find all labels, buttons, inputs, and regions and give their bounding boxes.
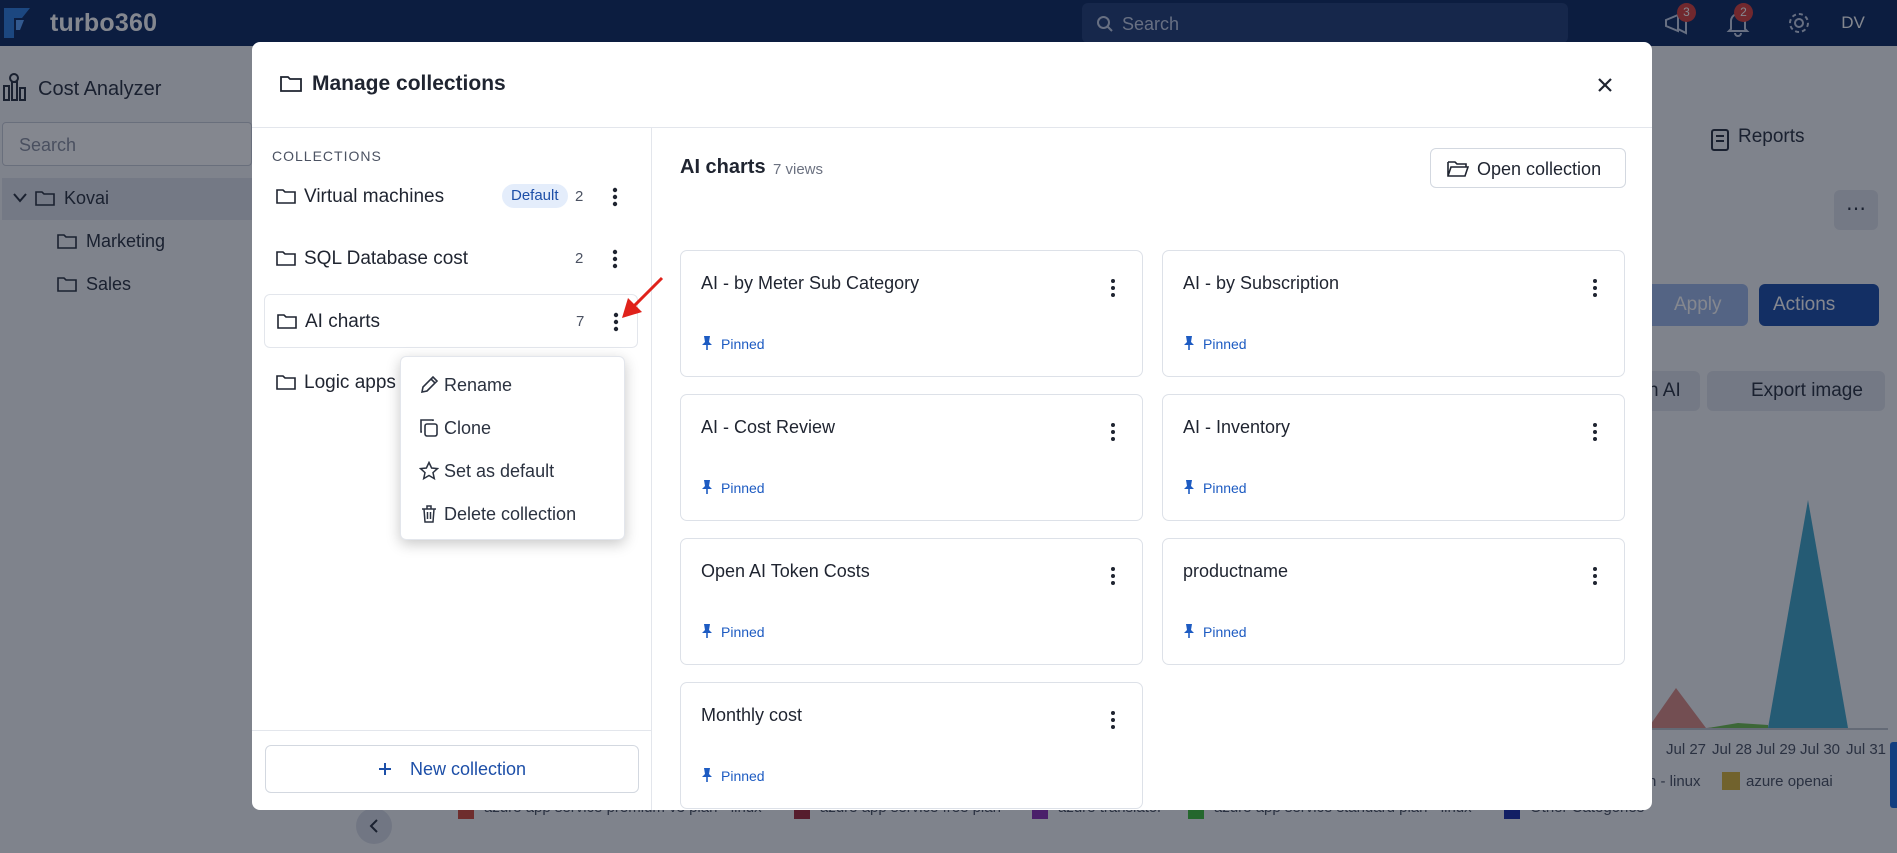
collection-count: 7 [576,313,585,330]
collection-context-menu: Rename Clone Set as default Delete colle… [400,356,625,540]
kebab-menu-icon[interactable] [603,245,627,273]
kebab-menu-icon[interactable] [1584,563,1606,589]
new-collection-button[interactable]: New collection [265,745,639,793]
kebab-menu-icon[interactable] [1102,707,1124,733]
pin-icon [1184,624,1194,638]
views-count: 7 views [773,161,824,178]
default-badge: Default [502,184,568,208]
pinned-status: Pinned [721,624,765,640]
pinned-status: Pinned [721,480,765,496]
star-icon [419,461,439,481]
collection-count: 2 [575,250,584,267]
view-title: AI - Cost Review [701,417,836,437]
selected-collection-title: AI charts [680,156,766,178]
dialog-title: Manage collections [312,72,506,95]
collection-item-sql-database-cost[interactable]: SQL Database cost 2 [264,232,638,286]
menu-item-label: Delete collection [444,504,577,524]
folder-icon [280,76,302,92]
pinned-status: Pinned [721,336,765,352]
collection-views-pane: AI charts 7 views Open collection AI - b… [652,128,1652,810]
view-card[interactable]: AI - by Subscription Pinned [1162,250,1625,377]
collection-item-ai-charts[interactable]: AI charts 7 [264,294,638,348]
menu-item-clone[interactable]: Clone [401,408,626,448]
annotation-arrow-icon [622,276,664,318]
view-card[interactable]: Open AI Token Costs Pinned [680,538,1143,665]
kebab-menu-icon[interactable] [1102,563,1124,589]
view-title: productname [1183,561,1289,581]
open-collection-label: Open collection [1477,159,1602,179]
close-icon[interactable] [1590,70,1620,100]
folder-icon [277,314,297,329]
kebab-menu-icon[interactable] [1584,419,1606,445]
view-title: AI - by Subscription [1183,273,1340,293]
menu-item-label: Set as default [444,461,555,481]
kebab-menu-icon[interactable] [1102,275,1124,301]
pin-icon [702,624,712,638]
menu-item-rename[interactable]: Rename [401,365,626,405]
pin-icon [1184,480,1194,494]
dialog-header: Manage collections [252,42,1652,128]
view-card[interactable]: Monthly cost Pinned [680,682,1143,809]
view-card[interactable]: AI - Inventory Pinned [1162,394,1625,521]
collection-name: Logic apps [304,372,396,393]
kebab-menu-icon[interactable] [1584,275,1606,301]
view-card[interactable]: AI - by Meter Sub Category Pinned [680,250,1143,377]
pencil-icon [420,375,439,394]
folder-icon [276,375,296,390]
collection-name: Virtual machines [304,186,445,207]
collection-item-virtual-machines[interactable]: Virtual machines Default 2 [264,170,638,224]
folder-icon [276,189,296,204]
kebab-menu-icon[interactable] [1102,419,1124,445]
menu-item-label: Clone [444,418,492,438]
copy-icon [420,419,438,437]
view-card[interactable]: productname Pinned [1162,538,1625,665]
collection-count: 2 [575,188,584,205]
view-card[interactable]: AI - Cost Review Pinned [680,394,1143,521]
menu-item-delete-collection[interactable]: Delete collection [401,494,626,534]
collection-name: AI charts [305,311,380,332]
new-collection-label: New collection [409,759,527,779]
pinned-status: Pinned [721,768,765,784]
pinned-status: Pinned [1203,480,1247,496]
pin-icon [702,480,712,494]
new-collection-footer: New collection [252,730,652,810]
menu-item-set-as-default[interactable]: Set as default [401,451,626,491]
view-title: AI - Inventory [1183,417,1291,437]
kebab-menu-icon[interactable] [603,183,627,211]
pin-icon [702,768,712,782]
pinned-status: Pinned [1203,624,1247,640]
pin-icon [1184,336,1194,350]
pin-icon [702,336,712,350]
view-title: AI - by Meter Sub Category [701,273,920,293]
folder-icon [276,251,296,266]
view-title: Monthly cost [701,705,803,725]
collections-heading: COLLECTIONS [272,148,382,164]
pinned-status: Pinned [1203,336,1247,352]
folder-open-icon [1447,161,1469,177]
collection-name: SQL Database cost [304,248,469,269]
view-title: Open AI Token Costs [701,561,870,581]
open-collection-button[interactable]: Open collection [1430,148,1626,188]
trash-icon [422,505,436,523]
menu-item-label: Rename [444,375,513,395]
